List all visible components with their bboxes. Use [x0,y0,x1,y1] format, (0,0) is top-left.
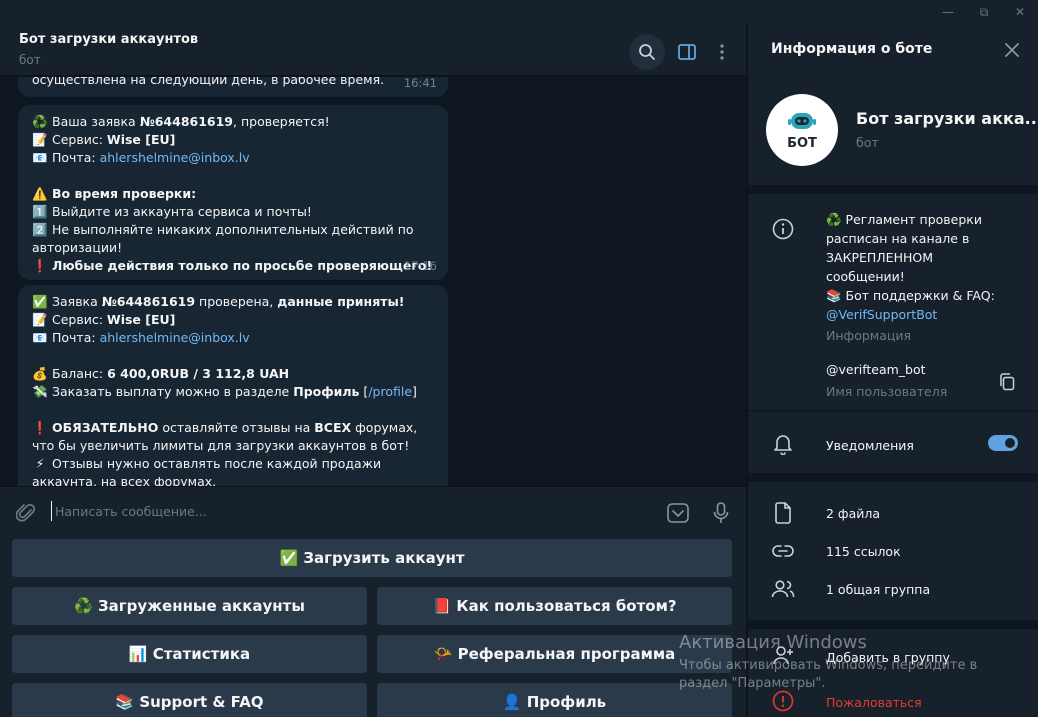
support-bot-link[interactable]: @VerifSupportBot [826,305,995,324]
divider [748,620,1038,629]
paperclip-icon[interactable] [12,499,40,527]
exclamation-icon: ❗ [32,258,48,273]
check-icon: ✅ [32,294,48,309]
chat-title: Бот загрузки аккаунтов [19,32,199,47]
username-link[interactable]: @verifteam_bot [826,360,926,379]
message-bubble: осуществлена на следующий день, в рабоче… [18,77,448,97]
title-bar [0,0,1038,24]
notifications-label: Уведомления [826,438,914,453]
support-faq-button[interactable]: 📚 Support & FAQ [12,683,367,717]
envelope-icon: 📧 [32,150,48,165]
exclamation-icon: ❗ [32,420,48,435]
message-input-bar: Написать сообщение... [0,486,746,536]
bot-keyboard: ✅ Загрузить аккаунт ♻️ Загруженные аккау… [0,536,746,717]
bot-info-panel: Информация о боте БОТ Бот загрузки акка.… [747,24,1038,717]
message-time: 17:16 [403,259,437,273]
bot-name: Бот загрузки акка... [856,109,1038,128]
uploaded-accounts-button[interactable]: ♻️ Загруженные аккаунты [12,587,367,625]
window-controls: — ⧉ ✕ [930,0,1038,24]
shared-files[interactable]: 2 файла [826,504,880,523]
money-wings-icon: 💸 [32,384,48,399]
number-two-icon: 2️⃣ [32,222,48,237]
close-window-button[interactable]: ✕ [1002,0,1038,24]
file-icon [770,500,796,526]
profile-button[interactable]: 👤 Профиль [377,683,732,717]
message-list[interactable]: осуществлена на следующий день, в рабоче… [0,77,746,486]
email-link[interactable]: ahlershelmine@inbox.lv [100,330,250,345]
bell-icon [770,431,796,457]
common-groups[interactable]: 1 общая группа [826,580,930,599]
more-options-icon[interactable] [704,34,740,70]
referral-program-button[interactable]: 📯 Реферальная программа [377,635,732,673]
upload-account-button[interactable]: ✅ Загрузить аккаунт [12,539,732,577]
close-icon[interactable] [1000,38,1024,62]
divider [748,185,1038,194]
warning-icon: ⚠️ [32,186,48,201]
bot-description: ♻️ Регламент проверки расписан на канале… [826,212,995,343]
profile-command-link[interactable]: /profile [368,384,412,399]
notifications-toggle[interactable] [988,435,1018,451]
recycle-icon: ♻️ [32,114,48,129]
how-to-use-button[interactable]: 📕 Как пользоваться ботом? [377,587,732,625]
message-bubble: ✅ Заявка №644861619 проверена, данные при… [18,285,448,486]
bot-keyboard-icon[interactable] [664,499,692,527]
message-input[interactable]: Написать сообщение... [55,504,207,519]
group-icon [770,576,796,602]
robot-icon [788,112,816,129]
email-link[interactable]: ahlershelmine@inbox.lv [100,150,250,165]
add-user-icon [770,642,796,668]
link-icon [770,538,796,564]
bot-type: бот [856,135,879,150]
memo-icon: 📝 [32,312,48,327]
number-one-icon: 1️⃣ [32,204,48,219]
avatar-label: БОТ [787,135,817,151]
restore-button[interactable]: ⧉ [966,0,1002,24]
report-button[interactable]: Пожаловаться [826,693,922,712]
report-icon [770,688,796,714]
statistics-button[interactable]: 📊 Статистика [12,635,367,673]
microphone-icon[interactable] [707,499,735,527]
message-text: осуществлена на следующий день, в рабоче… [32,77,385,87]
add-to-group-button[interactable]: Добавить в группу [826,648,950,667]
panel-title: Информация о боте [771,41,933,57]
search-icon[interactable] [629,34,665,70]
message-bubble: ♻️ Ваша заявка №644861619, проверяется! 📝… [18,105,448,280]
divider [748,473,1038,482]
copy-icon[interactable] [994,369,1020,395]
shared-links[interactable]: 115 ссылок [826,542,901,561]
chat-header[interactable]: Бот загрузки аккаунтов бот [0,24,746,76]
memo-icon: 📝 [32,132,48,147]
text-caret [51,501,52,521]
username-label: Имя пользователя [826,384,948,399]
divider [748,410,1038,412]
minimize-button[interactable]: — [930,0,966,24]
chat-subtitle: бот [19,53,41,67]
money-bag-icon: 💰 [32,366,48,381]
info-label: Информация [826,328,912,343]
sidebar-toggle-icon[interactable] [669,34,705,70]
info-icon [770,216,796,242]
message-time: 16:41 [403,77,437,90]
lightning-icon: ⚡ [35,456,45,471]
avatar[interactable]: БОТ [766,94,838,166]
envelope-icon: 📧 [32,330,48,345]
